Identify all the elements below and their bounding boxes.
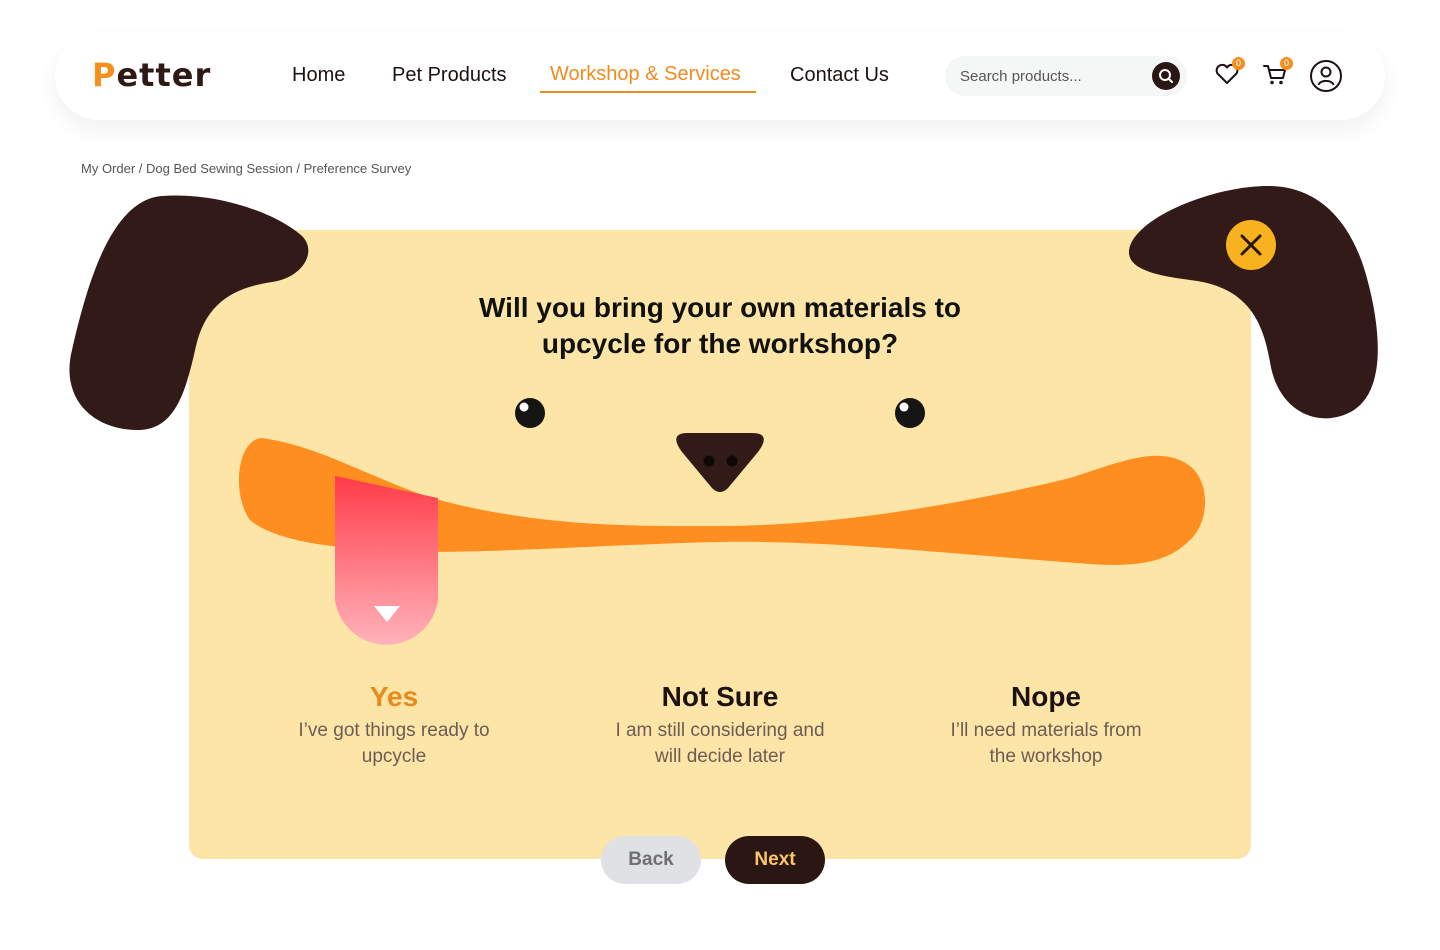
account-button[interactable] xyxy=(1309,59,1343,98)
wishlist-count-badge: 0 xyxy=(1232,57,1245,70)
logo[interactable]: Petter xyxy=(92,56,211,94)
question-line-1: Will you bring your own materials to xyxy=(478,292,961,323)
back-button[interactable]: Back xyxy=(601,836,701,884)
survey-question: Will you bring your own materials to upc… xyxy=(420,290,1020,362)
search-box xyxy=(945,56,1187,96)
logo-text: etter xyxy=(116,56,212,94)
option-desc-line: I’ll need materials from xyxy=(950,720,1142,741)
option-title: Yes xyxy=(369,681,419,712)
option-desc-line: I’ve got things ready to xyxy=(298,720,490,741)
nav-active-underline xyxy=(540,91,756,93)
breadcrumb-preference-survey: Preference Survey xyxy=(303,161,412,176)
user-icon xyxy=(1310,60,1342,92)
nav-workshop-services[interactable]: Workshop & Services xyxy=(550,63,741,86)
option-desc-line: the workshop xyxy=(989,746,1103,767)
option-desc-line: upcycle xyxy=(361,746,427,767)
close-button[interactable] xyxy=(1226,220,1276,270)
option-description: I’ve got things ready to upcycle xyxy=(264,718,524,770)
option-title: Nope xyxy=(1011,681,1081,712)
option-not-sure[interactable]: Not Sure I am still considering and will… xyxy=(590,678,850,770)
question-line-2: upcycle for the workshop? xyxy=(541,328,899,359)
next-button[interactable]: Next xyxy=(725,836,825,884)
nav-pet-products[interactable]: Pet Products xyxy=(392,64,507,87)
option-title: Not Sure xyxy=(661,681,779,712)
option-desc-line: I am still considering and xyxy=(615,720,825,741)
search-icon xyxy=(1159,69,1173,83)
breadcrumb: My Order / Dog Bed Sewing Session / Pref… xyxy=(81,161,411,176)
cart-count-badge: 0 xyxy=(1280,57,1293,70)
option-description: I’ll need materials from the workshop xyxy=(916,718,1176,770)
logo-initial: P xyxy=(92,56,117,94)
nav-contact-us[interactable]: Contact Us xyxy=(790,64,889,87)
search-input[interactable] xyxy=(960,56,1150,96)
option-nope[interactable]: Nope I’ll need materials from the worksh… xyxy=(916,678,1176,770)
option-desc-line: will decide later xyxy=(655,746,785,767)
option-description: I am still considering and will decide l… xyxy=(590,718,850,770)
breadcrumb-separator: / xyxy=(135,161,147,176)
breadcrumb-separator: / xyxy=(292,161,304,176)
breadcrumb-my-order[interactable]: My Order xyxy=(81,161,135,176)
search-button[interactable] xyxy=(1152,62,1180,90)
option-yes[interactable]: Yes I’ve got things ready to upcycle xyxy=(264,678,524,770)
breadcrumb-dog-bed-session[interactable]: Dog Bed Sewing Session xyxy=(146,161,293,176)
nav-home[interactable]: Home xyxy=(292,64,345,87)
close-icon xyxy=(1240,234,1262,256)
page: Petter Home Pet Products Workshop & Serv… xyxy=(0,0,1440,950)
